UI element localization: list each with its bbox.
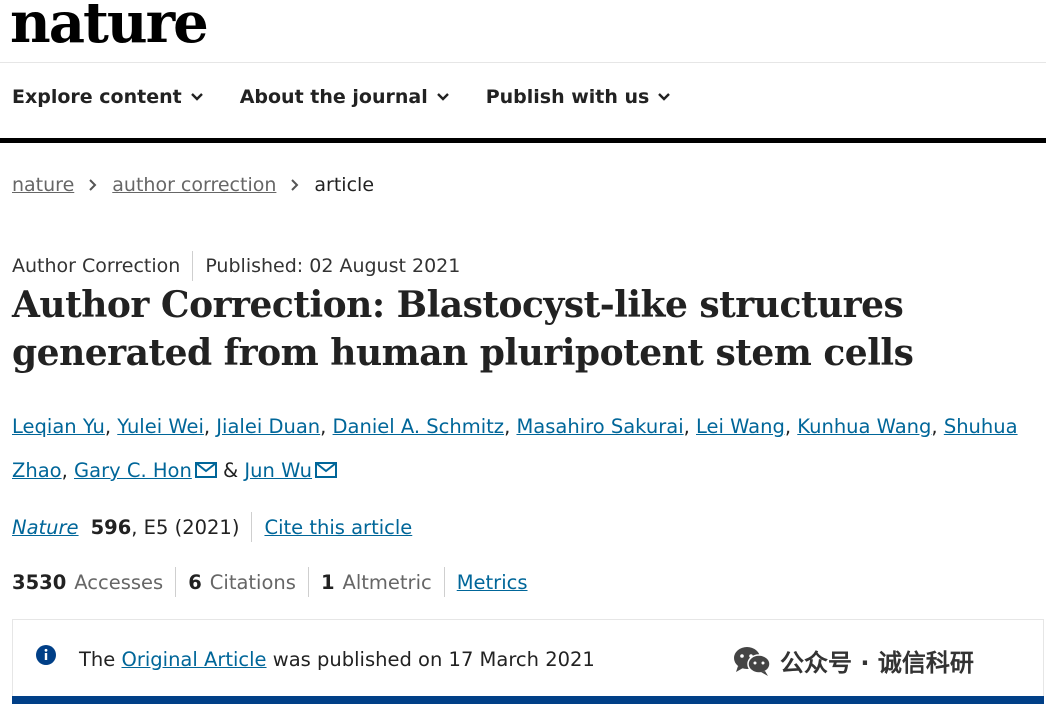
pages-year: , E5 (2021) [131,515,240,539]
breadcrumb-current: article [314,174,375,196]
divider [175,567,177,597]
divider [443,567,445,597]
nav-item-label: Publish with us [485,86,650,108]
nav-about-journal[interactable]: About the journal [240,86,450,108]
chevron-right-icon [89,179,97,191]
author-separator: , [203,415,217,438]
author-and: & [223,459,239,482]
nav-item-label: Explore content [12,86,182,108]
author-separator: , [784,415,798,438]
author-separator: , [504,415,517,438]
divider [251,512,253,542]
divider [192,251,194,281]
watermark-text: 公众号 · 诚信科研 [780,649,974,677]
author-separator: , [104,415,118,438]
nav-item-label: About the journal [239,86,428,108]
journal-link[interactable]: Nature [12,516,79,539]
metrics-link[interactable]: Metrics [457,571,528,594]
author-separator: , [683,415,697,438]
breadcrumb: nature author correction article [12,174,374,196]
author-link[interactable]: Leqian Yu [12,415,105,438]
author-link[interactable]: Jun Wu [244,459,312,482]
author-list: Leqian Yu, Yulei Wei, Jialei Duan, Danie… [12,405,1032,493]
accesses-count: 3530 [12,570,67,594]
notice-accent-bar [12,696,1044,704]
info-icon [36,645,56,665]
volume: 596 [90,515,132,539]
author-link[interactable]: Jialei Duan [216,415,320,438]
nav-publish-with-us[interactable]: Publish with us [486,86,672,108]
author-link[interactable]: Daniel A. Schmitz [333,415,505,438]
author-separator: , [61,459,75,482]
main-nav: Explore content About the journal Publis… [12,86,707,108]
author-link[interactable]: Gary C. Hon [74,459,192,482]
header-divider [0,62,1046,63]
breadcrumb-author-correction[interactable]: author correction [112,174,276,196]
chevron-right-icon [291,179,299,191]
chevron-down-icon [190,93,203,101]
author-separator: , [931,415,944,438]
notice-prefix: The [79,648,116,671]
author-link[interactable]: Lei Wang [696,415,785,438]
notice-suffix: was published on 17 March 2021 [272,648,595,671]
article-title: Author Correction: Blastocyst-like struc… [12,284,914,374]
author-link[interactable]: Masahiro Sakurai [516,415,683,438]
altmetric-label: Altmetric [342,570,432,594]
nature-logo[interactable]: nature [10,0,209,58]
chevron-down-icon [658,93,671,101]
publish-date: Published: 02 August 2021 [205,255,461,277]
article-meta: Author Correction Published: 02 August 2… [12,251,460,281]
wechat-watermark: 公众号 · 诚信科研 [732,643,974,678]
cite-article-link[interactable]: Cite this article [264,516,412,539]
author-separator: , [320,415,333,438]
chevron-down-icon [436,93,449,101]
accesses-label: Accesses [74,570,164,594]
citations-count: 6 [188,570,202,594]
author-link[interactable]: Kunhua Wang [797,415,931,438]
mail-icon[interactable] [315,462,338,478]
original-article-link[interactable]: Original Article [121,648,266,671]
journal-info: Nature 596 , E5 (2021) Cite this article [12,512,412,542]
altmetric-score: 1 [320,570,335,594]
nav-explore-content[interactable]: Explore content [12,86,204,108]
citations-label: Citations [209,570,296,594]
article-metrics: 3530 Accesses 6 Citations 1 Altmetric Me… [12,567,528,597]
article-type: Author Correction [12,255,181,277]
breadcrumb-nature[interactable]: nature [12,174,74,196]
nav-bottom-rule [0,138,1046,143]
wechat-icon [734,646,771,676]
mail-icon[interactable] [194,462,217,478]
notice-text: The Original Article was published on 17… [79,648,595,671]
author-link[interactable]: Yulei Wei [117,415,204,438]
divider [307,567,309,597]
